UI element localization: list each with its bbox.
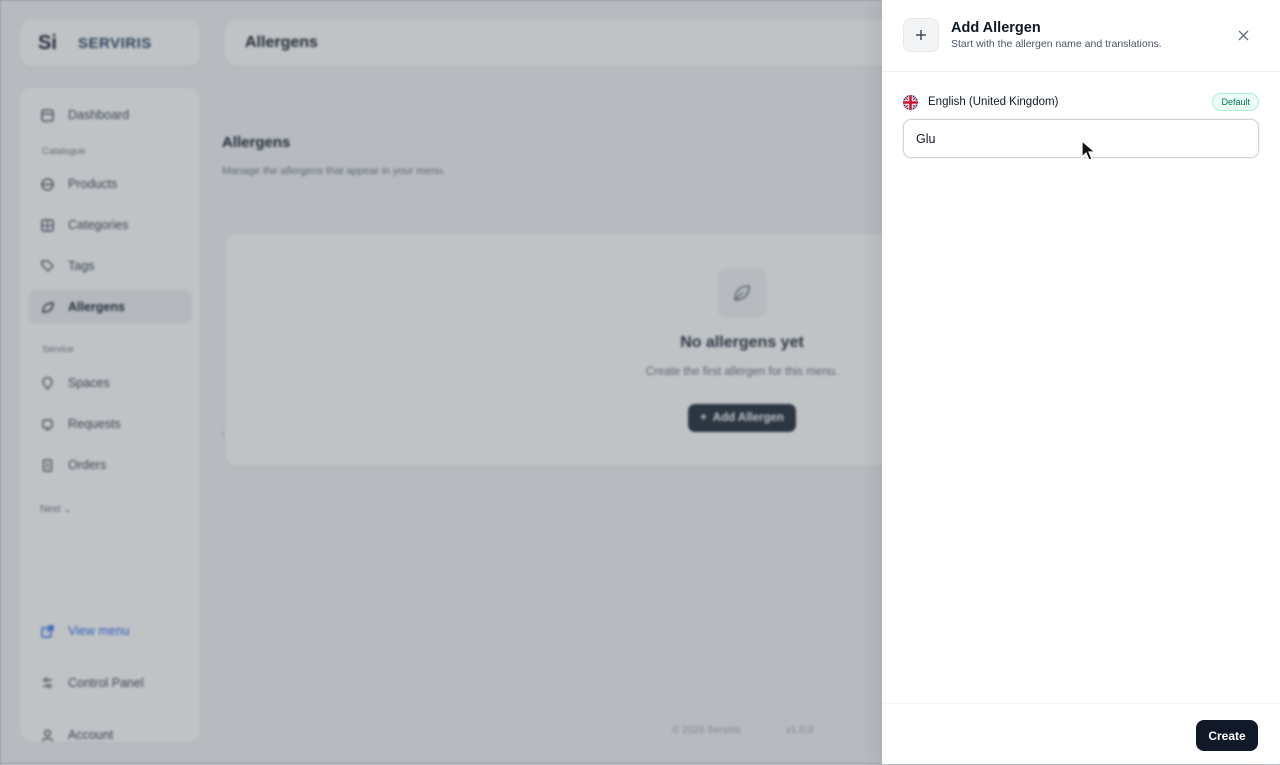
language-label: English (United Kingdom) [928,96,1059,108]
uk-flag-icon [903,95,918,110]
sheet-header: Add Allergen Start with the allergen nam… [882,0,1280,72]
close-icon[interactable] [1234,26,1252,44]
modal-overlay[interactable] [0,0,882,764]
plus-icon [903,18,939,52]
sheet-title: Add Allergen [951,20,1041,36]
create-button[interactable]: Create [1196,720,1258,751]
add-allergen-sheet: Add Allergen Start with the allergen nam… [882,0,1280,764]
sheet-footer: Create [882,703,1280,765]
mouse-cursor-icon [1081,140,1097,161]
sheet-subtitle: Start with the allergen name and transla… [951,38,1162,50]
default-badge: Default [1212,93,1259,111]
language-row: English (United Kingdom) Default [903,93,1259,112]
